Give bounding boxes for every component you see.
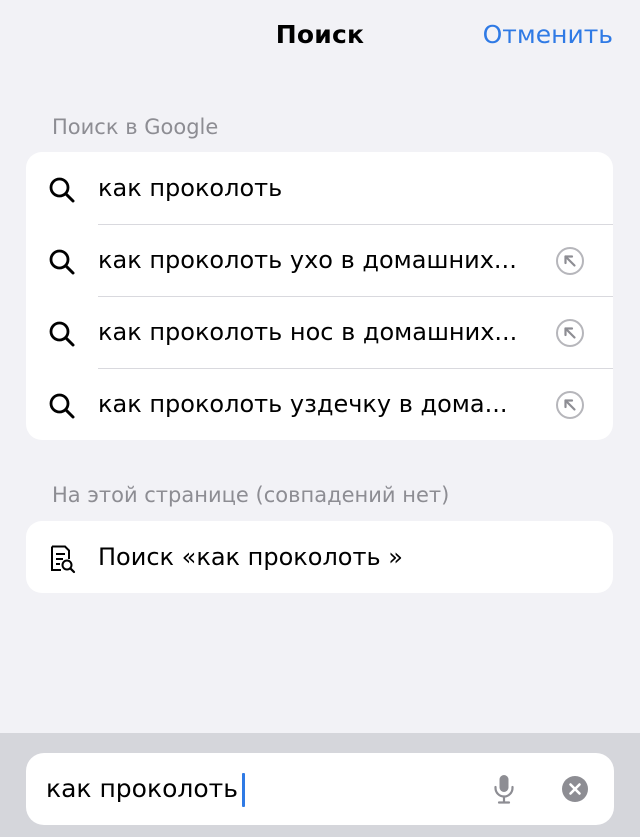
search-input[interactable]: как проколоть: [26, 753, 614, 825]
page-section-label: На этой странице (совпадений нет): [52, 483, 450, 507]
find-on-page-row[interactable]: Поиск «как проколоть »: [26, 521, 613, 593]
google-suggestions-list: как проколоть как проколоть ухо в домашн…: [26, 152, 613, 440]
search-icon: [48, 320, 76, 348]
fill-arrow-icon[interactable]: [555, 318, 585, 348]
microphone-icon[interactable]: [492, 773, 516, 805]
suggestion-text: как проколоть нос в домашних...: [98, 318, 518, 346]
suggestion-row[interactable]: как проколоть: [26, 152, 613, 224]
suggestion-text: как проколоть уздечку в дома...: [98, 390, 508, 418]
google-section-label: Поиск в Google: [52, 115, 219, 139]
text-cursor: [241, 773, 245, 807]
search-icon: [48, 176, 76, 204]
suggestion-row[interactable]: как проколоть нос в домашних...: [26, 296, 613, 368]
cancel-button[interactable]: Отменить: [483, 20, 613, 49]
suggestion-row[interactable]: как проколоть уздечку в дома...: [26, 368, 613, 440]
search-input-value: как проколоть: [46, 753, 245, 825]
search-icon: [48, 392, 76, 420]
fill-arrow-icon[interactable]: [555, 390, 585, 420]
suggestion-text: как проколоть ухо в домашних...: [98, 246, 517, 274]
clear-icon[interactable]: [561, 775, 589, 803]
find-on-page-text: Поиск «как проколоть »: [98, 543, 403, 571]
bottom-search-bar: как проколоть: [0, 733, 640, 837]
suggestion-row[interactable]: как проколоть ухо в домашних...: [26, 224, 613, 296]
search-query-text: как проколоть: [46, 774, 238, 803]
fill-arrow-icon[interactable]: [555, 246, 585, 276]
search-icon: [48, 248, 76, 276]
find-on-page-list: Поиск «как проколоть »: [26, 521, 613, 593]
find-in-page-icon: [48, 545, 76, 574]
navigation-header: Поиск Отменить: [0, 0, 640, 72]
suggestion-text: как проколоть: [98, 174, 283, 202]
